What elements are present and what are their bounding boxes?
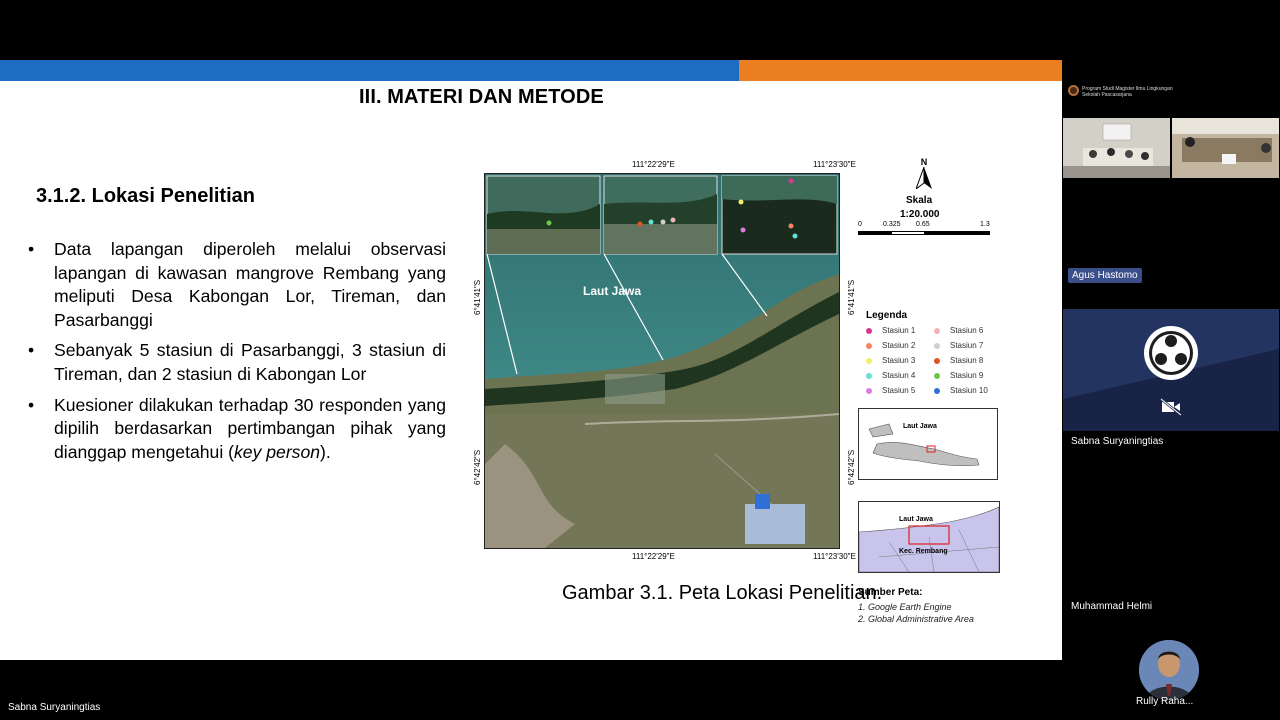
legend-item: Stasiun 1 bbox=[866, 325, 934, 336]
legend-item: Stasiun 9 bbox=[934, 370, 1002, 381]
legend-label: Stasiun 8 bbox=[950, 356, 984, 365]
legend-swatch bbox=[866, 357, 872, 364]
bullet-list: Data lapangan diperoleh melalui observas… bbox=[28, 238, 446, 471]
bullet-italic: key person bbox=[233, 441, 321, 462]
university-logo bbox=[1068, 85, 1079, 96]
legend-item: Stasiun 6 bbox=[934, 325, 1002, 336]
header-bar-blue bbox=[0, 60, 739, 81]
legend-item: Stasiun 8 bbox=[934, 355, 1002, 366]
participant-video-tile[interactable] bbox=[1172, 118, 1279, 178]
legend-label: Stasiun 7 bbox=[950, 341, 984, 350]
legend-swatch bbox=[934, 387, 940, 394]
legend-item: Stasiun 2 bbox=[866, 340, 934, 351]
camera-off-icon bbox=[1160, 398, 1182, 421]
legend-label: Stasiun 9 bbox=[950, 371, 984, 380]
satellite-map: Laut Jawa bbox=[484, 173, 840, 549]
legend-item: Stasiun 4 bbox=[866, 370, 934, 381]
legend-item: Stasiun 10 bbox=[934, 385, 1002, 396]
avatar[interactable] bbox=[1139, 640, 1199, 700]
legend-swatch bbox=[934, 327, 940, 334]
legend-label: Stasiun 3 bbox=[882, 356, 916, 365]
scale-bar: 0 0.325 0.65 1.3 bbox=[858, 221, 990, 235]
legend-swatch bbox=[866, 387, 872, 394]
legend-label: Stasiun 4 bbox=[882, 371, 916, 380]
participant-name-label: Muhammad Helmi bbox=[1071, 601, 1153, 612]
legend-item: Stasiun 7 bbox=[934, 340, 1002, 351]
map-source-item: 2. Global Administrative Area bbox=[858, 614, 974, 624]
bullet-item: Data lapangan diperoleh melalui observas… bbox=[28, 238, 446, 332]
legend-label: Stasiun 10 bbox=[950, 386, 988, 395]
legend-item: Stasiun 3 bbox=[866, 355, 934, 366]
coord-label-right: 6°42'42"S bbox=[847, 449, 856, 485]
bullet-item: Kuesioner dilakukan terhadap 30 responde… bbox=[28, 394, 446, 465]
section-heading: 3.1.2. Lokasi Penelitian bbox=[36, 185, 255, 207]
location-map-figure: 111°22'29"E 111°23'30"E 111°22'29"E 111°… bbox=[470, 155, 1015, 624]
scale-tick: 1.3 bbox=[980, 221, 990, 228]
legend-item: Stasiun 5 bbox=[866, 385, 934, 396]
legend-title: Legenda bbox=[866, 310, 908, 321]
legend-swatch bbox=[866, 342, 872, 349]
scale-title: Skala bbox=[906, 195, 933, 206]
slide-title: III. MATERI DAN METODE bbox=[359, 86, 604, 108]
inset-sea-label: Laut Jawa bbox=[899, 516, 933, 523]
legend-label: Stasiun 2 bbox=[882, 341, 916, 350]
legend-label: Stasiun 6 bbox=[950, 326, 984, 335]
coord-label-bottom: 111°22'29"E bbox=[632, 552, 675, 561]
coord-label-right: 6°41'41"S bbox=[847, 279, 856, 315]
legend: Stasiun 1 Stasiun 6 Stasiun 2 Stasiun 7 Stas… bbox=[866, 325, 1006, 396]
north-arrow: N bbox=[914, 157, 932, 191]
participant-video-tile[interactable] bbox=[1063, 118, 1170, 178]
coord-label-top: 111°23'30"E bbox=[813, 160, 856, 169]
coord-label-top: 111°22'29"E bbox=[632, 160, 675, 169]
obs-logo-icon bbox=[1144, 326, 1198, 380]
coord-label-bottom: 111°23'30"E bbox=[813, 552, 856, 561]
north-arrow-icon bbox=[914, 166, 932, 191]
legend-swatch bbox=[866, 327, 872, 334]
legend-swatch bbox=[934, 372, 940, 379]
inset-map-java: Laut Jawa bbox=[858, 408, 998, 480]
coord-label-left: 6°42'42"S bbox=[473, 449, 482, 485]
legend-swatch bbox=[866, 372, 872, 379]
inset-region-label: Kec. Rembang bbox=[899, 548, 948, 555]
participant-name-label: Sabna Suryaningtias bbox=[1071, 436, 1164, 447]
coord-label-left: 6°41'41"S bbox=[473, 279, 482, 315]
figure-caption: Gambar 3.1. Peta Lokasi Penelitian. bbox=[562, 582, 883, 604]
org-name: Program Studi Magister Ilmu Lingkungan S… bbox=[1082, 86, 1173, 98]
legend-swatch bbox=[934, 357, 940, 364]
presentation-slide: III. MATERI DAN METODE 3.1.2. Lokasi Pen… bbox=[0, 60, 1062, 660]
meeting-room-video bbox=[1063, 118, 1170, 178]
scale-tick: 0.65 bbox=[916, 221, 930, 228]
meeting-room-video bbox=[1172, 118, 1279, 178]
scale-tick: 0 bbox=[858, 221, 862, 228]
sea-label: Laut Jawa bbox=[583, 284, 642, 298]
active-speaker-name: Sabna Suryaningtias bbox=[8, 702, 101, 713]
participant-name-tag: Agus Hastomo bbox=[1068, 268, 1142, 283]
legend-label: Stasiun 5 bbox=[882, 386, 916, 395]
header-bar-orange bbox=[739, 60, 1062, 81]
legend-swatch bbox=[934, 342, 940, 349]
participant-name-label: Rully Raha... bbox=[1136, 696, 1194, 707]
scale-tick: 0.325 bbox=[883, 221, 901, 228]
bullet-item: Sebanyak 5 stasiun di Pasarbanggi, 3 sta… bbox=[28, 339, 446, 386]
scale-ratio: 1:20.000 bbox=[900, 209, 940, 220]
inset-sea-label: Laut Jawa bbox=[903, 423, 937, 430]
satellite-imagery bbox=[485, 174, 839, 548]
inset-map-rembang: Laut Jawa Kec. Rembang bbox=[858, 501, 1000, 573]
legend-label: Stasiun 1 bbox=[882, 326, 916, 335]
